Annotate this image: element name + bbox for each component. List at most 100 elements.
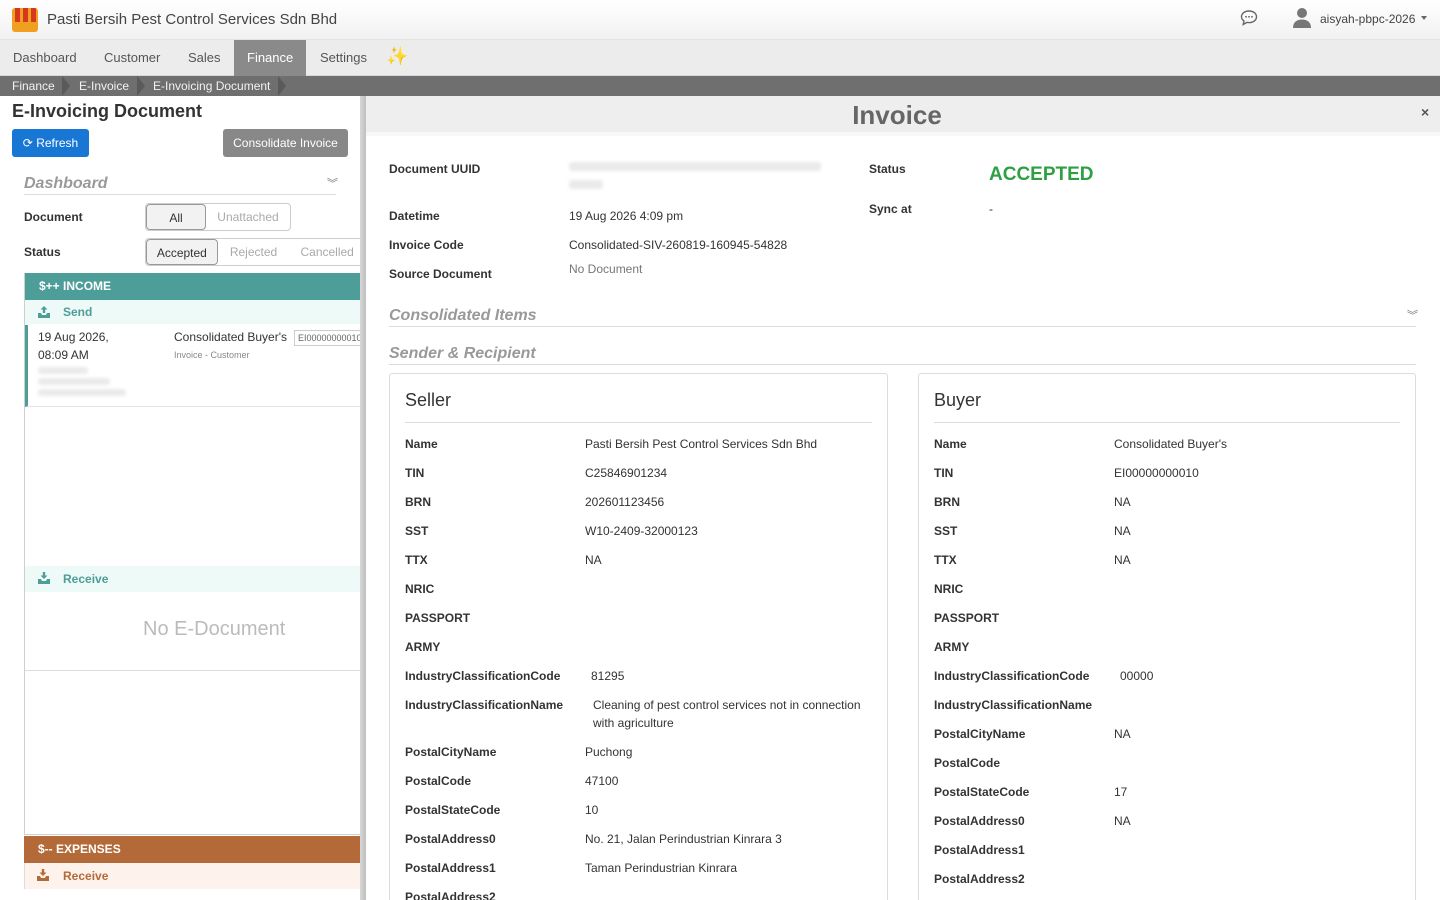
- buyer-field-value: NA: [1114, 814, 1131, 828]
- buyer-field-label: ARMY: [934, 640, 970, 654]
- status-filter-cancelled[interactable]: Cancelled: [289, 239, 360, 265]
- document-filter-unattached[interactable]: Unattached: [206, 204, 290, 230]
- consolidate-invoice-button[interactable]: Consolidate Invoice: [223, 129, 348, 157]
- seller-field-value: Puchong: [585, 745, 633, 759]
- document-date: 19 Aug 2026,: [38, 330, 109, 344]
- buyer-field-value: NA: [1114, 524, 1131, 538]
- seller-field-label: TIN: [405, 466, 425, 480]
- income-send-row[interactable]: Send: [25, 300, 360, 324]
- buyer-field-label: TIN: [934, 466, 954, 480]
- seller-field-label: PostalAddress0: [405, 832, 496, 846]
- seller-field-label: PASSPORT: [405, 611, 471, 625]
- buyer-field-label: NRIC: [934, 582, 964, 596]
- seller-field-value: 10: [585, 803, 599, 817]
- buyer-field-label: PostalCode: [934, 756, 1001, 770]
- seller-field-value: C25846901234: [585, 466, 668, 480]
- status-badge: ACCEPTED: [989, 164, 1094, 185]
- buyer-field-label: PostalAddress0: [934, 814, 1025, 828]
- document-row[interactable]: 19 Aug 2026, 08:09 AM Consolidated Buyer…: [25, 325, 360, 407]
- invoice-code-label: Invoice Code: [389, 238, 464, 252]
- seller-field-label: SST: [405, 524, 429, 538]
- buyer-field-value: NA: [1114, 727, 1131, 741]
- refresh-button[interactable]: ⟳ Refresh: [12, 129, 89, 157]
- breadcrumb-e-invoicing-document[interactable]: E-Invoicing Document: [141, 76, 270, 96]
- datetime-label: Datetime: [389, 209, 440, 223]
- main-nav: Dashboard Customer Sales Finance Setting…: [0, 40, 1440, 76]
- refresh-label: Refresh: [36, 136, 79, 150]
- divider: [389, 364, 1416, 365]
- seller-field-value: Taman Perindustrian Kinrara: [585, 861, 738, 875]
- seller-field-label: PostalStateCode: [405, 803, 501, 817]
- double-chevron-down-icon[interactable]: ︾: [1407, 307, 1418, 323]
- income-receive-row[interactable]: Receive: [25, 566, 360, 592]
- breadcrumb-finance[interactable]: Finance: [0, 76, 55, 96]
- seller-field-label: PostalCode: [405, 774, 472, 788]
- divider: [934, 422, 1400, 423]
- buyer-field-label: PostalAddress1: [934, 843, 1025, 857]
- seller-card: Seller Name Pasti Bersih Pest Control Ser…: [389, 373, 888, 900]
- nav-finance[interactable]: Finance: [234, 40, 307, 76]
- document-time: 08:09 AM: [38, 348, 89, 362]
- status-label: Status: [869, 162, 906, 176]
- buyer-field-value: EI00000000010: [1114, 466, 1199, 480]
- consolidated-items-heading[interactable]: Consolidated Items: [389, 307, 537, 325]
- chat-icon[interactable]: [1240, 10, 1258, 26]
- seller-field-value: Pasti Bersih Pest Control Services Sdn B…: [585, 437, 818, 451]
- nav-dashboard[interactable]: Dashboard: [0, 40, 90, 76]
- tray-upload-icon: [38, 306, 50, 318]
- expenses-heading: $-- EXPENSES: [24, 836, 360, 863]
- buyer-field-label: PostalAddress2: [934, 872, 1025, 886]
- nav-settings[interactable]: Settings: [307, 40, 380, 76]
- buyer-field-value: Consolidated Buyer's: [1114, 437, 1228, 451]
- seller-field-label: BRN: [405, 495, 431, 509]
- status-filter-rejected[interactable]: Rejected: [218, 239, 290, 265]
- document-list-panel: E-Invoicing Document ⟳ Refresh Consolida…: [0, 96, 360, 900]
- expenses-receive-label: Receive: [63, 869, 109, 883]
- user-icon[interactable]: [1292, 7, 1312, 29]
- expenses-receive-row[interactable]: Receive: [24, 863, 360, 889]
- buyer-field-label: PostalStateCode: [934, 785, 1030, 799]
- company-name: Pasti Bersih Pest Control Services Sdn B…: [47, 11, 338, 28]
- buyer-field-value: NA: [1114, 495, 1131, 509]
- seller-field-label: NRIC: [405, 582, 435, 596]
- status-filter-accepted[interactable]: Accepted: [146, 239, 218, 265]
- breadcrumb-e-invoice[interactable]: E-Invoice: [67, 76, 129, 96]
- nav-customer[interactable]: Customer: [91, 40, 173, 76]
- sync-value: -: [989, 202, 993, 216]
- income-heading: $++ INCOME: [25, 273, 360, 300]
- divider: [24, 194, 336, 195]
- dashboard-heading: Dashboard: [24, 175, 108, 192]
- document-filter-all[interactable]: All: [146, 204, 206, 230]
- redacted-text: [38, 378, 110, 385]
- invoice-header: Invoice ×: [366, 96, 1440, 136]
- buyer-field-value: 17: [1114, 785, 1128, 799]
- tray-download-icon: [38, 572, 50, 584]
- send-label: Send: [63, 305, 93, 319]
- seller-field-value: W10-2409-32000123: [585, 524, 698, 538]
- seller-field-label: ARMY: [405, 640, 441, 654]
- double-chevron-down-icon[interactable]: ︾: [327, 175, 338, 191]
- income-card: $++ INCOME Send 19 Aug 2026, 08:09 AM Co…: [24, 273, 360, 835]
- breadcrumb-separator: [278, 76, 286, 96]
- empty-state-text: No E-Document: [143, 618, 286, 640]
- chevron-down-icon[interactable]: [1421, 16, 1427, 20]
- seller-field-value: 47100: [585, 774, 619, 788]
- buyer-card: Buyer Name Consolidated Buyer's TIN EI00000…: [918, 373, 1416, 900]
- document-party: Consolidated Buyer's: [174, 330, 288, 344]
- logo-icon[interactable]: [12, 8, 38, 32]
- divider: [389, 326, 1416, 327]
- seller-field-label: TTX: [405, 553, 428, 567]
- buyer-field-value: 00000: [1120, 669, 1154, 683]
- buyer-field-label: PostalCityName: [934, 727, 1026, 741]
- redacted-uuid: [569, 162, 821, 171]
- seller-field-value: 202601123456: [585, 495, 665, 509]
- close-icon[interactable]: ×: [1421, 104, 1429, 120]
- nav-sales[interactable]: Sales: [175, 40, 234, 76]
- sparkle-icon[interactable]: ✨: [386, 46, 408, 67]
- seller-field-label: IndustryClassificationCode: [405, 669, 561, 683]
- buyer-field-label: SST: [934, 524, 958, 538]
- username[interactable]: aisyah-pbpc-2026: [1320, 12, 1415, 26]
- seller-field-value-continued: with agriculture: [593, 716, 674, 730]
- refresh-icon: ⟳: [22, 136, 33, 150]
- sender-recipient-heading: Sender & Recipient: [389, 345, 536, 362]
